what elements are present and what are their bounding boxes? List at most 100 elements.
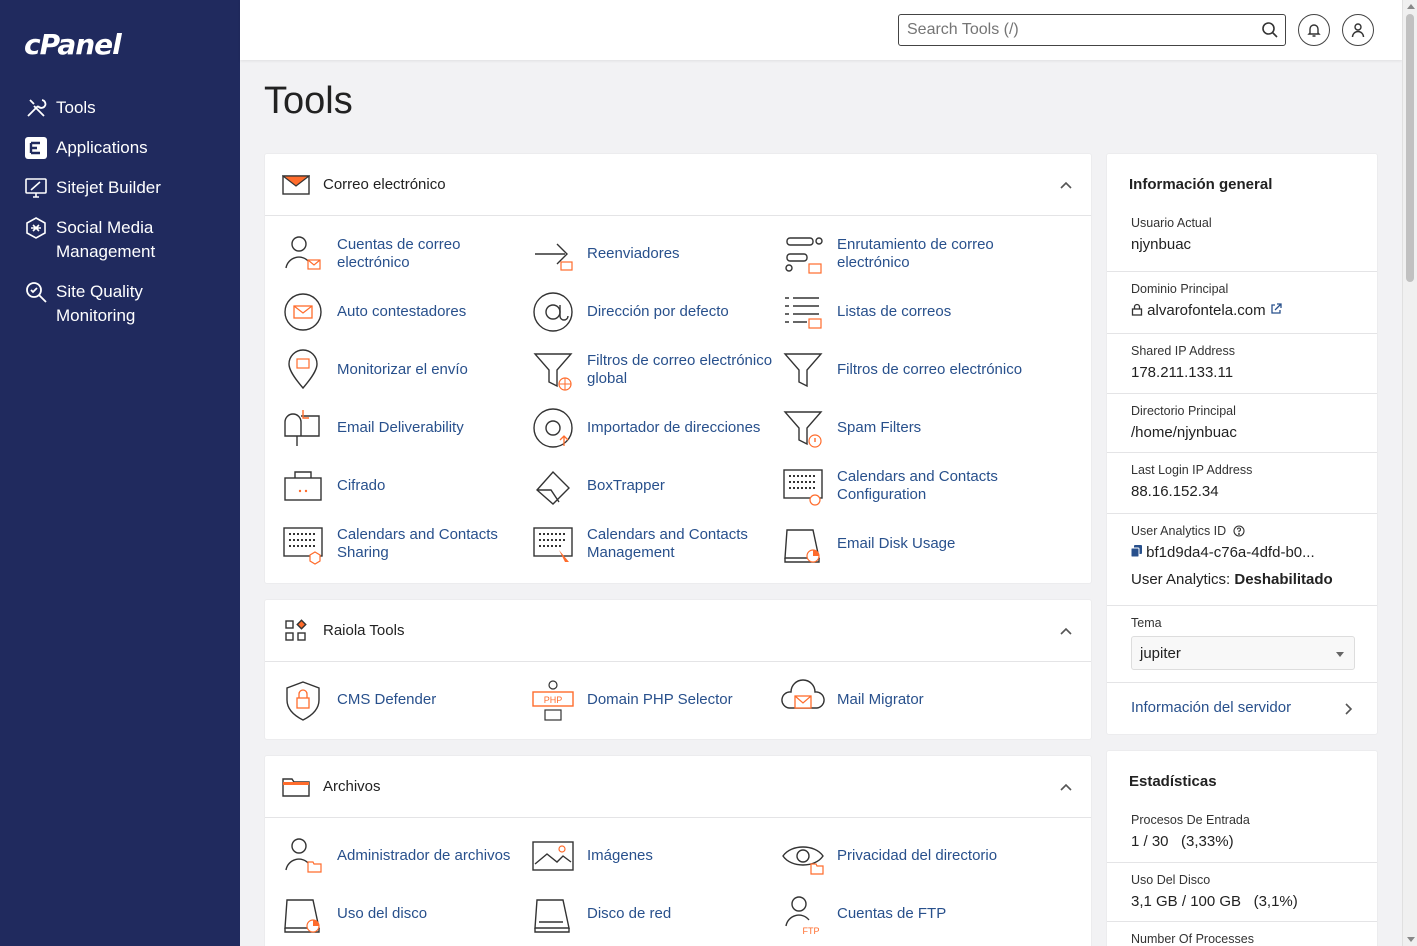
tool-email-disk-usage[interactable]: Email Disk Usage: [781, 522, 1027, 566]
email-accounts-icon: [285, 236, 321, 270]
tool-label: Cifrado: [337, 477, 386, 494]
sidebar: cPanel Tools Applications Sitejet Builde…: [0, 0, 240, 946]
section-header-raiola[interactable]: Raiola Tools: [265, 600, 1091, 662]
sidebar-nav: Tools Applications Sitejet Builder Socia…: [0, 92, 240, 340]
info-value: 178.211.133.11: [1131, 364, 1234, 381]
global-email-filters-icon: [533, 353, 573, 391]
main-domain-link[interactable]: alvarofontela.com: [1131, 302, 1353, 319]
tool-email-routing[interactable]: Enrutamiento de correo electrónico: [781, 232, 1027, 276]
tool-default-address[interactable]: Dirección por defecto: [531, 290, 777, 334]
server-info-link[interactable]: Información del servidor: [1107, 683, 1377, 735]
theme-select[interactable]: jupiter: [1131, 636, 1355, 670]
tool-email-filters[interactable]: Filtros de correo electrónico: [781, 348, 1027, 392]
stat-percent: (3,33%): [1181, 833, 1234, 850]
tool-domain-php-selector[interactable]: PHP Domain PHP Selector: [531, 678, 777, 722]
stat-amount: 3,1 GB / 100 GB: [1131, 893, 1242, 910]
info-label: Tema: [1131, 616, 1162, 630]
chevron-up-icon[interactable]: [1059, 780, 1073, 794]
lock-icon: [1131, 303, 1143, 316]
section-title: Raiola Tools: [323, 622, 405, 639]
chevron-up-icon[interactable]: [1059, 178, 1073, 192]
ftp-accounts-icon: FTP: [785, 896, 820, 936]
stat-value: 3,1 GB / 100 GB (3,1%): [1131, 893, 1353, 910]
chevron-up-icon[interactable]: [1059, 624, 1073, 638]
stat-label: Procesos De Entrada: [1131, 813, 1250, 827]
analytics-status: User Analytics: Deshabilitado: [1131, 571, 1353, 588]
tool-mailing-lists[interactable]: Listas de correos: [781, 290, 1027, 334]
tool-directory-privacy[interactable]: Privacidad del directorio: [781, 834, 1027, 878]
tool-email-deliverability[interactable]: Email Deliverability: [281, 406, 527, 450]
tool-autoresponders[interactable]: Auto contestadores: [281, 290, 527, 334]
stat-row: Uso Del Disco 3,1 GB / 100 GB (3,1%): [1107, 863, 1377, 922]
social-media-icon: [26, 217, 46, 239]
stat-row: Number Of Processes: [1107, 922, 1377, 946]
tool-label: Disco de red: [587, 905, 672, 922]
tool-calendars-contacts-sharing[interactable]: Calendars and Contacts Sharing: [281, 522, 527, 566]
tool-calendars-contacts-management[interactable]: Calendars and Contacts Management: [531, 522, 777, 566]
scroll-down-arrow[interactable]: [1407, 937, 1415, 942]
tool-encryption[interactable]: Cifrado: [281, 464, 527, 508]
general-info-title: Información general: [1129, 176, 1273, 193]
tool-address-importer[interactable]: Importador de direcciones: [531, 406, 777, 450]
sidebar-item-tools[interactable]: Tools: [0, 92, 240, 124]
tool-label: Imágenes: [587, 847, 653, 864]
tool-label: Importador de direcciones: [587, 419, 761, 436]
tool-boxtrapper[interactable]: BoxTrapper: [531, 464, 777, 508]
statistics-panel: Estadísticas Procesos De Entrada 1 / 30 …: [1106, 750, 1378, 946]
info-row-shared-ip: Shared IP Address 178.211.133.11: [1107, 334, 1377, 394]
cpanel-logo[interactable]: cPanel: [24, 28, 122, 61]
analytics-id-text: bf1d9da4-c76a-4dfd-b0...: [1146, 544, 1315, 561]
tool-ftp-accounts[interactable]: FTP Cuentas de FTP: [781, 892, 1027, 936]
tool-global-email-filters[interactable]: Filtros de correo electrónico global: [531, 348, 777, 392]
sidebar-item-applications[interactable]: Applications: [0, 132, 240, 164]
sidebar-item-label: Applications: [56, 138, 148, 157]
tool-track-delivery[interactable]: Monitorizar el envío: [281, 348, 527, 392]
section-header-email[interactable]: Correo electrónico: [265, 154, 1091, 216]
search-icon[interactable]: [1261, 21, 1279, 39]
tool-disk-usage[interactable]: Uso del disco: [281, 892, 527, 936]
tool-spam-filters[interactable]: Spam Filters: [781, 406, 1027, 450]
info-row-user: Usuario Actual njynbuac: [1107, 206, 1377, 272]
tool-email-accounts[interactable]: Cuentas de correo electrónico: [281, 232, 527, 276]
site-quality-icon: [26, 282, 47, 303]
sidebar-item-label: Site Quality Monitoring: [56, 282, 143, 325]
sidebar-item-sitejet[interactable]: Sitejet Builder: [0, 172, 240, 204]
tool-cms-defender[interactable]: CMS Defender: [281, 678, 527, 722]
info-value: /home/njynbuac: [1131, 424, 1237, 441]
address-importer-icon: [533, 408, 573, 448]
info-label: Dominio Principal: [1131, 282, 1229, 296]
section-header-files[interactable]: Archivos: [265, 756, 1091, 818]
scroll-thumb[interactable]: [1406, 14, 1414, 282]
info-value: 88.16.152.34: [1131, 483, 1219, 500]
user-menu-button[interactable]: [1342, 14, 1374, 46]
tool-calendars-contacts-config[interactable]: Calendars and Contacts Configuration: [781, 464, 1027, 508]
tool-web-disk[interactable]: Disco de red: [531, 892, 777, 936]
search-input[interactable]: [899, 15, 1239, 45]
applications-icon: [25, 137, 47, 159]
notifications-button[interactable]: [1298, 14, 1330, 46]
page-scrollbar[interactable]: [1402, 0, 1417, 946]
main-domain-text: alvarofontela.com: [1147, 302, 1266, 319]
search-box[interactable]: [898, 14, 1286, 46]
encryption-icon: [284, 471, 322, 501]
tool-label: CMS Defender: [337, 691, 437, 708]
tool-label: Privacidad del directorio: [837, 847, 998, 864]
tool-label: Cuentas de FTP: [837, 905, 947, 922]
tool-file-manager[interactable]: Administrador de archivos: [281, 834, 527, 878]
stat-value: 1 / 30 (3,33%): [1131, 833, 1353, 850]
sidebar-item-site-quality[interactable]: Site Quality Monitoring: [0, 276, 240, 332]
page-title: Tools: [264, 80, 353, 122]
tool-label: BoxTrapper: [587, 477, 665, 494]
tool-label: Enrutamiento de correo electrónico: [837, 236, 994, 271]
help-icon[interactable]: [1233, 525, 1245, 537]
info-row-last-login: Last Login IP Address 88.16.152.34: [1107, 453, 1377, 514]
tool-label: Listas de correos: [837, 303, 952, 320]
analytics-id-link[interactable]: bf1d9da4-c76a-4dfd-b0...: [1130, 544, 1353, 561]
analytics-status-value: Deshabilitado: [1234, 571, 1333, 588]
tool-mail-migrator[interactable]: Mail Migrator: [781, 678, 1027, 722]
scroll-up-arrow[interactable]: [1407, 4, 1415, 9]
tool-forwarders[interactable]: Reenviadores: [531, 232, 777, 276]
sidebar-item-social-media[interactable]: Social Media Management: [0, 212, 240, 268]
tool-images[interactable]: Imágenes: [531, 834, 777, 878]
email-routing-icon: [785, 237, 823, 274]
